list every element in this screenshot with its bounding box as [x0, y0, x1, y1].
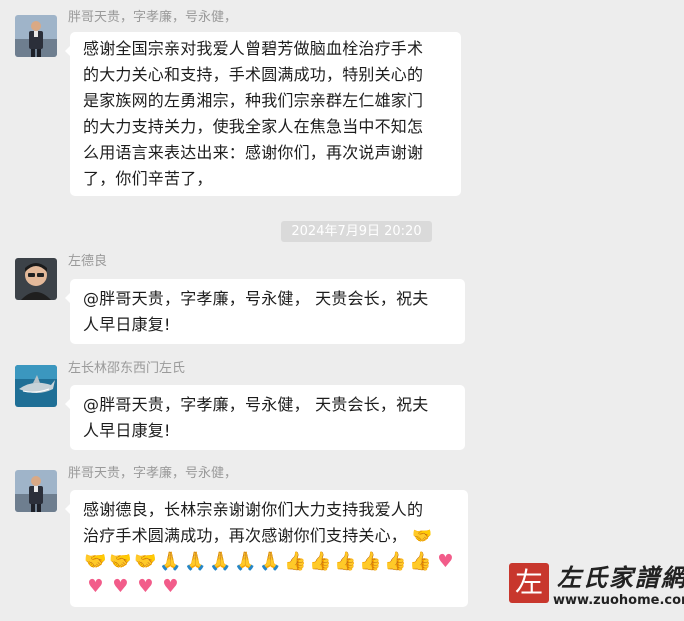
message-line: 治疗手术圆满成功，再次感谢你们支持关心， 🤝: [83, 523, 455, 549]
watermark-title: 左氏家譜網: [557, 563, 684, 592]
pray-emoji-icon: 🙏: [184, 551, 207, 572]
message-bubble[interactable]: @胖哥天贵，字孝廉，号永健， 天贵会长，祝夫 人早日康复!: [65, 385, 465, 450]
avatar-man-portrait-icon: [15, 258, 57, 300]
pray-emoji-icon: 🙏: [159, 551, 182, 572]
message-bubble[interactable]: @胖哥天贵，字孝廉，号永健， 天贵会长，祝夫 人早日康复!: [65, 279, 465, 344]
site-watermark-logo: 左 左氏家譜網 www.zuohome.com: [505, 563, 684, 615]
sender-name: 左长林邵东西门左氏: [68, 361, 186, 376]
message-text: 治疗手术圆满成功，再次感谢你们支持关心，: [83, 526, 408, 545]
message-line: 感谢全国宗亲对我爱人曾碧芳做脑血栓治疗手术: [83, 39, 424, 58]
emoji-row: ♥ ♥ ♥ ♥: [83, 574, 455, 599]
avatar-man-standing-icon: [15, 470, 57, 512]
thumbs-up-emoji-icon: 👍: [384, 551, 407, 572]
watermark-url: www.zuohome.com: [553, 593, 684, 608]
timestamp: 2024年7月9日 20:20: [281, 221, 432, 242]
thumbs-up-emoji-icon: 👍: [334, 551, 357, 572]
message-line: 人早日康复!: [83, 315, 171, 334]
thumbs-up-emoji-icon: 👍: [284, 551, 307, 572]
message-line: 么用语言来表达出来：感谢你们，再次说声谢谢: [83, 143, 424, 162]
message-line: 是家族网的左勇湘宗，种我们宗亲群左仁雄家门: [83, 91, 424, 110]
pray-emoji-icon: 🙏: [209, 551, 232, 572]
seal-icon: 左: [509, 563, 549, 603]
avatar-man-standing-icon: [15, 15, 57, 57]
message-bubble[interactable]: 感谢全国宗亲对我爱人曾碧芳做脑血栓治疗手术 的大力关心和支持，手术圆满成功，特别…: [65, 32, 461, 196]
thumbs-up-emoji-icon: 👍: [359, 551, 382, 572]
handshake-emoji-icon: 🤝: [84, 551, 107, 572]
avatar[interactable]: [15, 470, 57, 512]
avatar[interactable]: [15, 15, 57, 57]
message-bubble[interactable]: 感谢德良，长林宗亲谢谢你们大力支持我爱人的 治疗手术圆满成功，再次感谢你们支持关…: [65, 490, 468, 607]
pray-emoji-icon: 🙏: [234, 551, 257, 572]
message-line: @胖哥天贵，字孝廉，号永健， 天贵会长，祝夫: [83, 289, 429, 308]
handshake-emoji-icon: 🤝: [109, 551, 132, 572]
heart-emoji-icon: ♥: [437, 551, 454, 572]
heart-emoji-icon: ♥: [162, 576, 179, 597]
heart-emoji-icon: ♥: [87, 576, 104, 597]
avatar[interactable]: [15, 258, 57, 300]
thumbs-up-emoji-icon: 👍: [409, 551, 432, 572]
heart-emoji-icon: ♥: [112, 576, 129, 597]
message-line: 的大力支持关力，使我全家人在焦急当中不知怎: [83, 117, 424, 136]
message-line: 的大力关心和支持，手术圆满成功，特别关心的: [83, 65, 424, 84]
message-line: 人早日康复!: [83, 421, 171, 440]
message-line: @胖哥天贵，字孝廉，号永健， 天贵会长，祝夫: [83, 395, 429, 414]
message-line: 感谢德良，长林宗亲谢谢你们大力支持我爱人的: [83, 500, 424, 519]
avatar-shark-icon: [15, 365, 57, 407]
sender-name: 左德良: [68, 254, 108, 269]
avatar[interactable]: [15, 365, 57, 407]
handshake-emoji-icon: 🤝: [134, 551, 157, 572]
sender-name: 胖哥天贵，字孝廉，号永健，: [68, 466, 238, 481]
emoji-row: 🤝 🤝 🤝 🙏 🙏 🙏 🙏 🙏 👍 👍 👍 👍 👍 👍 ♥: [83, 549, 455, 574]
message-line: 了，你们辛苦了，: [83, 169, 213, 188]
thumbs-up-emoji-icon: 👍: [309, 551, 332, 572]
handshake-emoji-icon: 🤝: [412, 526, 433, 545]
sender-name: 胖哥天贵，字孝廉，号永健，: [68, 10, 238, 25]
pray-emoji-icon: 🙏: [259, 551, 282, 572]
heart-emoji-icon: ♥: [137, 576, 154, 597]
